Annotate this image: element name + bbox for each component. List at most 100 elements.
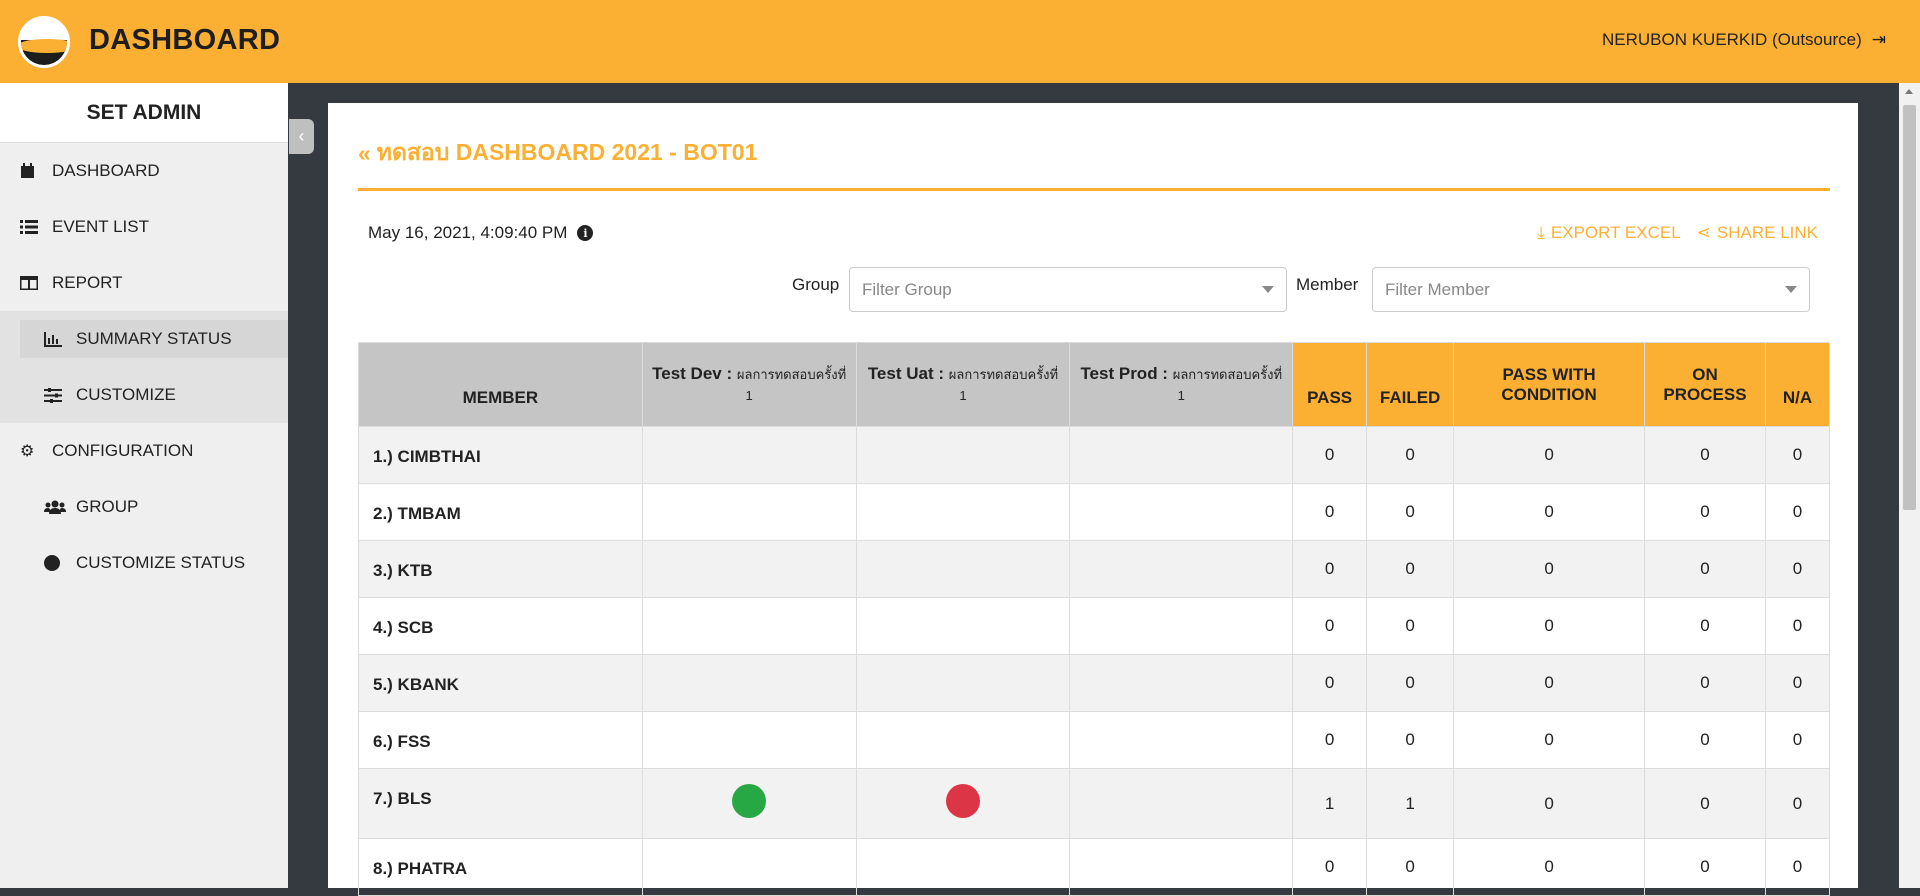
on-process-count: 0	[1644, 483, 1766, 541]
bar-chart-icon	[44, 331, 76, 347]
share-link-button[interactable]: ⋖ SHARE LINK	[1697, 223, 1818, 243]
table-row[interactable]: 8.) PHATRA 0 0 0 0 0	[358, 838, 1831, 896]
export-excel-button[interactable]: ⤓ EXPORT EXCEL	[1537, 223, 1680, 243]
failed-count: 0	[1366, 838, 1455, 896]
failed-count: 1	[1366, 768, 1455, 839]
page-title-text: ทดสอบ DASHBOARD 2021 - BOT01	[376, 139, 758, 165]
download-icon: ⤓	[1537, 223, 1545, 242]
sidebar-item-summary-status[interactable]: SUMMARY STATUS	[0, 311, 288, 367]
sidebar-item-label: DASHBOARD	[52, 161, 160, 180]
member-filter-placeholder: Filter Member	[1385, 279, 1490, 299]
on-process-count: 0	[1644, 838, 1766, 896]
member-name: 6.) FSS	[358, 711, 643, 769]
pass-count: 0	[1292, 540, 1368, 598]
timestamp: May 16, 2021, 4:09:40 PM i	[368, 223, 594, 243]
member-name: 2.) TMBAM	[358, 483, 643, 541]
pass-with-condition-count: 0	[1453, 426, 1645, 484]
table-row[interactable]: 7.) BLS 1 1 0 0 0	[358, 768, 1831, 839]
na-count: 0	[1764, 654, 1831, 712]
col-header-failed: FAILED	[1366, 342, 1455, 427]
on-process-count: 0	[1644, 768, 1766, 839]
test-uat-cell	[855, 483, 1071, 541]
actions: ⤓ EXPORT EXCEL ⋖ SHARE LINK	[1537, 223, 1818, 243]
timestamp-text: May 16, 2021, 4:09:40 PM	[368, 223, 568, 242]
test-uat-cell	[855, 711, 1071, 769]
sidebar-item-customize[interactable]: CUSTOMIZE	[0, 367, 288, 423]
sidebar-item-label: CUSTOMIZE STATUS	[76, 553, 246, 572]
failed-count: 0	[1366, 540, 1455, 598]
table-icon	[20, 276, 52, 290]
sidebar-item-group[interactable]: GROUP	[0, 479, 288, 535]
col-header-test-dev: Test Dev : ผลการทดสอบครั้งที่ 1	[641, 342, 857, 427]
test-uat-cell	[855, 768, 1071, 839]
test-uat-cell	[855, 597, 1071, 655]
table-row[interactable]: 5.) KBANK 0 0 0 0 0	[358, 654, 1831, 712]
col-header-pass-with-condition: PASS WITH CONDITION	[1453, 342, 1645, 427]
pass-count: 0	[1292, 654, 1368, 712]
sidebar-item-report[interactable]: REPORT	[0, 255, 288, 311]
sidebar-item-dashboard[interactable]: DASHBOARD	[0, 143, 288, 199]
test-dev-cell	[641, 483, 857, 541]
member-filter-select[interactable]: Filter Member	[1372, 267, 1810, 312]
table-header-row: MEMBER Test Dev : ผลการทดสอบครั้งที่ 1 T…	[358, 342, 1831, 427]
failed-count: 0	[1366, 597, 1455, 655]
sidebar-item-event-list[interactable]: EVENT LIST	[0, 199, 288, 255]
pass-with-condition-count: 0	[1453, 768, 1645, 839]
scrollbar-thumb[interactable]	[1903, 105, 1916, 510]
pass-count: 0	[1292, 483, 1368, 541]
title-divider	[358, 188, 1830, 191]
col-header-test-uat: Test Uat : ผลการทดสอบครั้งที่ 1	[855, 342, 1071, 427]
info-icon[interactable]: i	[577, 225, 594, 241]
test-prod-cell	[1069, 483, 1294, 541]
gear-icon: ⚙	[20, 443, 35, 460]
test-prod-cell	[1069, 838, 1294, 896]
test-dev-cell	[641, 711, 857, 769]
pass-count: 1	[1292, 768, 1368, 839]
sidebar-item-label: CONFIGURATION	[52, 441, 194, 460]
test-prod-cell	[1069, 768, 1294, 839]
failed-count: 0	[1366, 426, 1455, 484]
sidebar-item-configuration[interactable]: ⚙ CONFIGURATION	[0, 423, 288, 479]
test-uat-cell	[855, 654, 1071, 712]
member-name: 5.) KBANK	[358, 654, 643, 712]
pass-with-condition-count: 0	[1453, 711, 1645, 769]
member-name: 4.) SCB	[358, 597, 643, 655]
users-icon	[44, 500, 76, 514]
status-pass-indicator[interactable]	[732, 784, 767, 818]
group-filter-label: Group	[792, 275, 840, 294]
share-icon: ⋖	[1696, 223, 1711, 242]
status-failed-indicator[interactable]	[945, 784, 980, 818]
table-row[interactable]: 1.) CIMBTHAI 0 0 0 0 0	[358, 426, 1831, 484]
sidebar-collapse-button[interactable]: ‹	[289, 119, 314, 154]
on-process-count: 0	[1644, 540, 1766, 598]
na-count: 0	[1764, 597, 1831, 655]
sidebar-item-customize-status[interactable]: CUSTOMIZE STATUS	[0, 535, 288, 591]
on-process-count: 0	[1644, 597, 1766, 655]
user-menu[interactable]: NERUBON KUERKID (Outsource) ⇥	[1602, 30, 1886, 50]
col-header-member: MEMBER	[358, 342, 643, 427]
group-filter-select[interactable]: Filter Group	[849, 267, 1287, 312]
sidebar-item-label: GROUP	[76, 497, 139, 516]
test-uat-cell	[855, 540, 1071, 598]
back-icon[interactable]: «	[358, 140, 371, 167]
table-row[interactable]: 3.) KTB 0 0 0 0 0	[358, 540, 1831, 598]
table-row[interactable]: 6.) FSS 0 0 0 0 0	[358, 711, 1831, 769]
scroll-up-icon[interactable]	[1905, 89, 1913, 94]
app-title: DASHBOARD	[89, 24, 281, 56]
test-dev-cell	[641, 838, 857, 896]
table-row[interactable]: 2.) TMBAM 0 0 0 0 0	[358, 483, 1831, 541]
col-header-na: N/A	[1764, 342, 1831, 427]
na-count: 0	[1764, 768, 1831, 839]
logout-icon[interactable]: ⇥	[1872, 30, 1886, 50]
pass-with-condition-count: 0	[1453, 597, 1645, 655]
sidebar-item-label: SUMMARY STATUS	[76, 329, 232, 348]
test-prod-cell	[1069, 426, 1294, 484]
page-scrollbar[interactable]	[1899, 83, 1920, 888]
chevron-left-icon: ‹	[298, 126, 305, 146]
test-prod-cell	[1069, 654, 1294, 712]
table-row[interactable]: 4.) SCB 0 0 0 0 0	[358, 597, 1831, 655]
sidebar-item-label: REPORT	[52, 273, 123, 292]
member-name: 7.) BLS	[358, 768, 643, 839]
pass-count: 0	[1292, 711, 1368, 769]
test-prod-cell	[1069, 711, 1294, 769]
